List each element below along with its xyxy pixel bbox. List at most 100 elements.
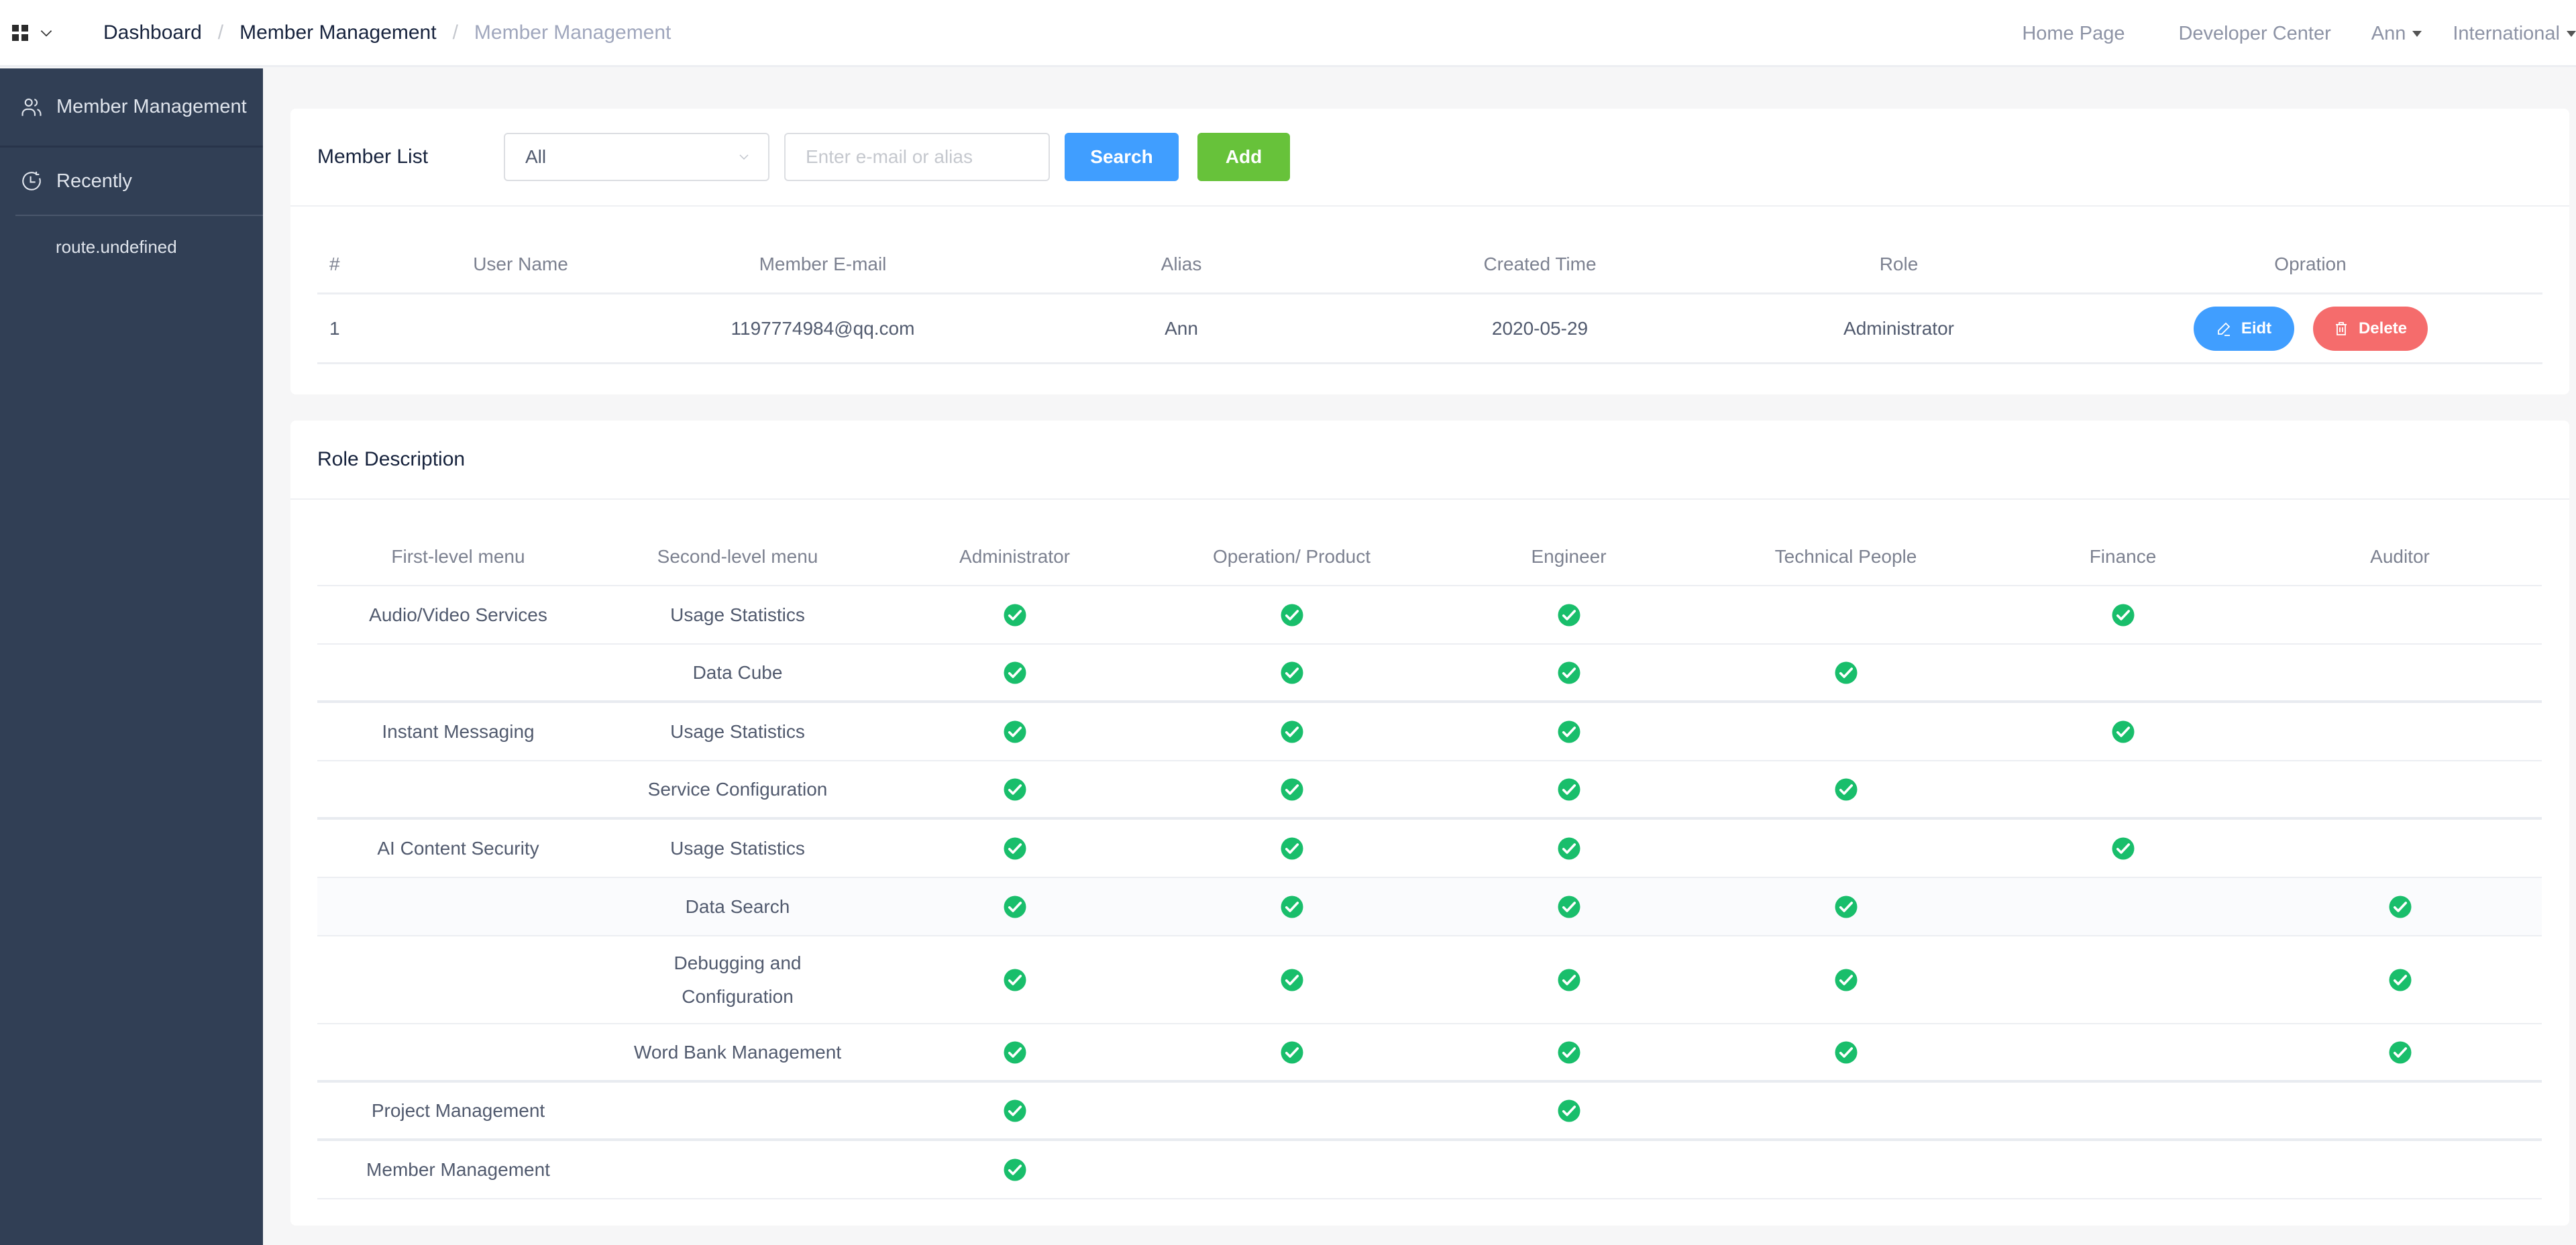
permission-cell [1153, 720, 1430, 744]
developer-center-link[interactable]: Developer Center [2178, 23, 2330, 45]
add-button[interactable]: Add [1197, 133, 1290, 181]
permission-cell [1984, 603, 2261, 627]
users-icon [21, 98, 42, 116]
check-circle-icon [1558, 1099, 1580, 1122]
permission-cell [2261, 895, 2538, 919]
sidebar: Member Management Recently route.undefin… [0, 68, 263, 1245]
check-circle-icon [1835, 1041, 1857, 1063]
row-index: 1 [329, 317, 340, 339]
role-filter-select[interactable]: All [504, 133, 769, 181]
check-circle-icon [1558, 969, 1580, 991]
check-circle-icon [1558, 604, 1580, 626]
role-table-header: First-level menu Second-level menu Admin… [317, 528, 2542, 586]
role-description-title: Role Description [290, 421, 2569, 500]
top-nav: Home Page Developer Center Ann Internati… [2022, 0, 2576, 67]
edit-label: Eidt [2241, 319, 2272, 337]
edit-button[interactable]: Eidt [2193, 306, 2294, 351]
first-level-menu-cell: Project Management [371, 1099, 545, 1121]
table-row: Audio/Video Services Usage Statistics [317, 586, 2542, 645]
permission-cell [1430, 603, 1707, 627]
check-circle-icon [2112, 720, 2134, 743]
member-list-title: Member List [317, 146, 429, 168]
column-header: Technical People [1774, 545, 1917, 567]
recent-route-link[interactable]: route.undefined [0, 216, 263, 278]
breadcrumb-separator: / [217, 21, 224, 44]
second-level-menu-cell: Data Search [685, 896, 790, 917]
check-circle-icon [2389, 896, 2411, 918]
home-page-link[interactable]: Home Page [2022, 23, 2125, 45]
chevron-down-icon [739, 154, 749, 160]
check-circle-icon [2112, 837, 2134, 859]
check-circle-icon [1004, 1158, 1026, 1181]
permission-cell [1430, 836, 1707, 861]
sidebar-item-label: Recently [56, 170, 132, 192]
check-circle-icon [2389, 1041, 2411, 1063]
member-list-card: Member List All Search Add # User Name M… [290, 109, 2569, 394]
check-circle-icon [1558, 896, 1580, 918]
user-menu[interactable]: Ann [2371, 23, 2422, 45]
region-menu[interactable]: International [2453, 23, 2576, 45]
check-circle-icon [1004, 1041, 1026, 1063]
sidebar-item-recently[interactable]: Recently [0, 148, 263, 215]
pencil-icon [2217, 322, 2231, 336]
column-header: Second-level menu [657, 545, 818, 567]
permission-cell [1430, 1040, 1707, 1065]
check-circle-icon [1004, 896, 1026, 918]
check-circle-icon [2112, 604, 2134, 626]
delete-button[interactable]: Delete [2312, 306, 2428, 351]
check-circle-icon [1281, 604, 1303, 626]
check-circle-icon [1558, 837, 1580, 859]
member-table-header: # User Name Member E-mail Alias Created … [317, 236, 2542, 294]
table-row: Member Management [317, 1141, 2542, 1199]
second-level-menu-cell: Service Configuration [647, 778, 828, 800]
permission-cell [1153, 895, 1430, 919]
column-header: Alias [1161, 254, 1202, 274]
breadcrumb-member-management[interactable]: Member Management [239, 21, 436, 44]
grid-icon [12, 24, 28, 41]
user-name: Ann [2371, 22, 2406, 44]
alias-cell: Ann [1165, 317, 1198, 339]
column-header: # [329, 254, 340, 274]
role-permission-table: First-level menu Second-level menu Admin… [317, 528, 2542, 1199]
table-row: 1 1197774984@qq.com Ann 2020-05-29 Admin… [317, 294, 2542, 364]
permission-cell [1430, 1099, 1707, 1123]
check-circle-icon [1281, 1041, 1303, 1063]
check-circle-icon [1004, 604, 1026, 626]
second-level-menu-cell: Usage Statistics [670, 720, 805, 742]
permission-cell [1153, 777, 1430, 802]
table-row: Data Search [317, 878, 2542, 936]
sidebar-item-label: Member Management [56, 96, 247, 117]
table-row: Word Bank Management [317, 1024, 2542, 1083]
app-switcher[interactable] [12, 24, 55, 42]
delete-label: Delete [2358, 319, 2408, 337]
column-header: Auditor [2370, 545, 2430, 567]
table-row: Debugging and Configuration [317, 936, 2542, 1024]
search-input[interactable] [784, 133, 1050, 181]
breadcrumb: Dashboard / Member Management / Member M… [103, 21, 671, 44]
search-button[interactable]: Search [1065, 133, 1179, 181]
permission-cell [1707, 968, 1984, 992]
permission-cell [1153, 603, 1430, 627]
breadcrumb-separator: / [452, 21, 458, 44]
column-header: Operation/ Product [1212, 545, 1371, 567]
table-row: Service Configuration [317, 761, 2542, 820]
column-header: Engineer [1531, 545, 1607, 567]
caret-down-icon [2412, 30, 2422, 37]
first-level-menu-cell: Audio/Video Services [369, 604, 547, 625]
first-level-menu-cell: Instant Messaging [382, 720, 535, 742]
column-header: Opration [2274, 254, 2347, 274]
second-level-menu-cell: Usage Statistics [670, 837, 805, 859]
breadcrumb-dashboard[interactable]: Dashboard [103, 21, 202, 44]
permission-cell [876, 777, 1153, 802]
table-row: Data Cube [317, 645, 2542, 703]
first-level-menu-cell: AI Content Security [377, 837, 539, 859]
top-header: Dashboard / Member Management / Member M… [0, 0, 2576, 67]
table-row: AI Content Security Usage Statistics [317, 820, 2542, 878]
operation-cell: Eidt Delete [2078, 306, 2542, 351]
check-circle-icon [1558, 661, 1580, 684]
trash-icon [2335, 321, 2347, 335]
permission-cell [876, 895, 1153, 919]
check-circle-icon [1281, 969, 1303, 991]
permission-cell [2261, 1040, 2538, 1065]
sidebar-item-member-management[interactable]: Member Management [0, 68, 263, 148]
